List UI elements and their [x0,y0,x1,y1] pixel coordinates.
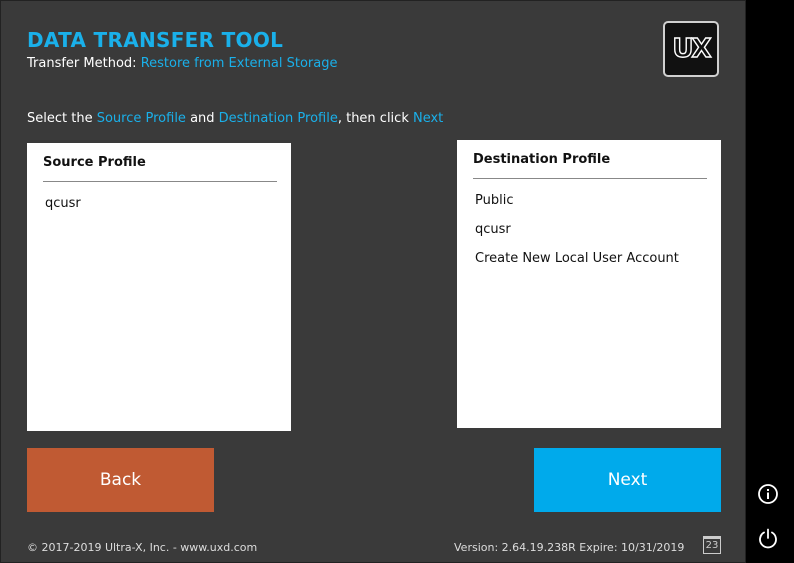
next-button[interactable]: Next [534,448,721,512]
source-profile-list: qcusr [43,190,277,217]
source-profile-panel: Source Profile qcusr [27,143,291,431]
destination-profile-panel: Destination Profile Public qcusr Create … [457,140,721,428]
app-window: DATA TRANSFER TOOL Transfer Method: Rest… [0,0,746,563]
source-profile-title: Source Profile [43,155,277,182]
source-profile-item-qcusr[interactable]: qcusr [43,190,277,217]
instruction-next-highlight: Next [412,111,444,126]
ux-logo: UX [663,21,719,77]
instruction-part: and [185,111,219,126]
copyright-text: © 2017-2019 Ultra-X, Inc. - www.uxd.com [27,541,258,554]
instruction-part: , then click [337,111,413,126]
destination-profile-list: Public qcusr Create New Local User Accou… [473,187,707,272]
version-text: Version: 2.64.19.238R Expire: 10/31/2019 [454,541,685,554]
transfer-method: Transfer Method: Restore from External S… [27,56,337,71]
transfer-method-value: Restore from External Storage [140,56,338,71]
info-icon[interactable] [757,483,779,505]
back-button[interactable]: Back [27,448,214,512]
destination-profile-item-qcusr[interactable]: qcusr [473,216,707,243]
destination-profile-title: Destination Profile [473,152,707,179]
calendar-day: 23 [705,540,719,551]
app-title: DATA TRANSFER TOOL [27,28,284,52]
instruction-destination-highlight: Destination Profile [218,111,338,126]
destination-profile-item-public[interactable]: Public [473,187,707,214]
power-icon[interactable] [757,527,779,549]
instruction-text: Select the Source Profile and Destinatio… [27,111,443,126]
calendar-icon: 23 [703,536,721,554]
instruction-source-highlight: Source Profile [96,111,186,126]
logo-text: UX [672,33,713,64]
transfer-method-label: Transfer Method: [27,56,141,71]
instruction-part: Select the [27,111,97,126]
destination-profile-item-create-new[interactable]: Create New Local User Account [473,245,707,272]
